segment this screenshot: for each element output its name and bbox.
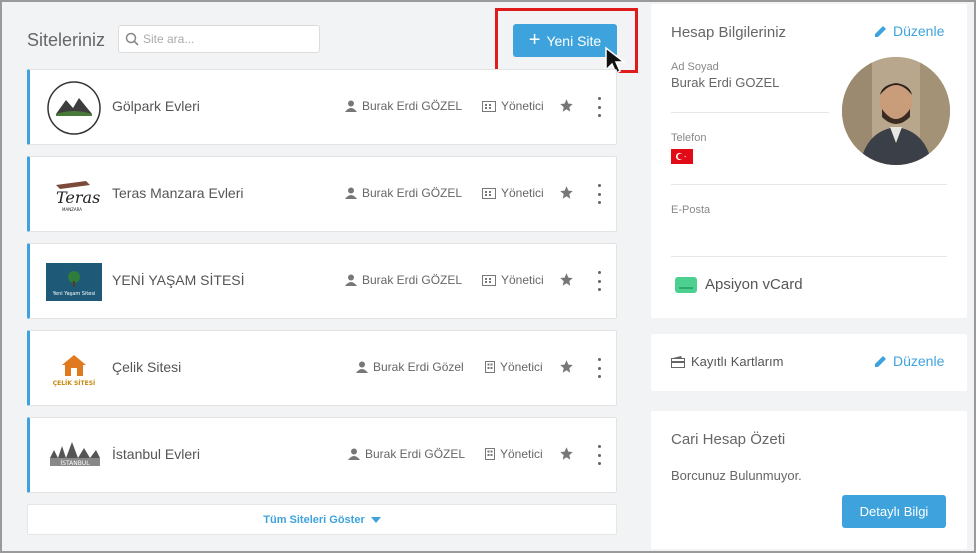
saved-cards-edit-link[interactable]: Düzenle (874, 353, 944, 369)
site-role: Yönetici (482, 99, 544, 113)
plus-icon: + (528, 28, 541, 51)
phone-label: Telefon (671, 132, 707, 144)
detail-info-button[interactable]: Detaylı Bilgi (842, 495, 946, 528)
caret-down-icon (370, 516, 381, 523)
account-edit-link[interactable]: Düzenle (874, 23, 944, 39)
site-card[interactable]: Teras MANZARA Teras Manzara Evleri Burak… (27, 156, 617, 232)
site-logo: Yeni Yaşam Sitesi (46, 254, 102, 310)
site-owner: Burak Erdi GÖZEL (345, 273, 462, 287)
star-icon[interactable] (559, 272, 574, 287)
site-card[interactable]: ÇELİK SİTESİ Çelik Sitesi Burak Erdi Göz… (27, 330, 617, 406)
name-value: Burak Erdi GOZEL (671, 75, 780, 90)
more-options-icon[interactable] (595, 184, 603, 204)
star-icon[interactable] (559, 446, 574, 461)
building-icon (485, 361, 495, 373)
user-icon (345, 100, 357, 112)
site-role: Yönetici (485, 360, 543, 374)
site-name[interactable]: Teras Manzara Evleri (112, 185, 244, 201)
site-name[interactable]: YENİ YAŞAM SİTESİ (112, 272, 245, 288)
show-all-sites-button[interactable]: Tüm Siteleri Göster (27, 504, 617, 535)
site-role: Yönetici (482, 273, 544, 287)
site-name[interactable]: Gölpark Evleri (112, 98, 200, 114)
name-label: Ad Soyad (671, 61, 719, 73)
saved-cards-card: Kayıtlı Kartlarım Düzenle (651, 334, 967, 391)
site-logo: Teras MANZARA (46, 167, 102, 223)
site-search[interactable] (118, 25, 320, 53)
account-summary-card: Cari Hesap Özeti Borcunuz Bulunmuyor. De… (651, 411, 967, 549)
site-owner: Burak Erdi GÖZEL (345, 186, 462, 200)
site-name[interactable]: İstanbul Evleri (112, 446, 200, 462)
divider (671, 112, 829, 113)
svg-text:ÇELİK SİTESİ: ÇELİK SİTESİ (53, 380, 96, 387)
more-options-icon[interactable] (595, 271, 603, 291)
more-options-icon[interactable] (595, 97, 603, 117)
divider (671, 256, 947, 257)
pencil-icon (875, 26, 886, 37)
new-site-label: Yeni Site (546, 32, 602, 49)
site-name[interactable]: Çelik Sitesi (112, 359, 181, 375)
building-icon (482, 274, 496, 286)
user-icon (356, 361, 368, 373)
svg-text:İSTANBUL: İSTANBUL (60, 460, 90, 467)
site-owner: Burak Erdi Gözel (356, 360, 464, 374)
more-options-icon[interactable] (595, 358, 603, 378)
avatar (842, 57, 950, 165)
email-label: E-Posta (671, 204, 711, 216)
user-icon (348, 448, 360, 460)
site-card[interactable]: Gölpark Evleri Burak Erdi GÖZEL Yönetici (27, 69, 617, 145)
building-icon (482, 100, 496, 112)
debt-status: Borcunuz Bulunmuyor. (671, 468, 802, 483)
user-icon (345, 187, 357, 199)
site-logo (46, 80, 102, 136)
sites-panel: Siteleriniz + Yeni Site Gölpark Evleri B… (2, 2, 638, 551)
divider (671, 184, 947, 185)
building-icon (482, 187, 496, 199)
more-options-icon[interactable] (595, 445, 603, 465)
star-icon[interactable] (559, 98, 574, 113)
svg-text:Teras: Teras (56, 188, 100, 207)
star-icon[interactable] (559, 185, 574, 200)
site-owner: Burak Erdi GÖZEL (345, 99, 462, 113)
search-icon (125, 32, 139, 46)
sites-title: Siteleriniz (27, 30, 106, 50)
site-card[interactable]: Yeni Yaşam Sitesi YENİ YAŞAM SİTESİ Bura… (27, 243, 617, 319)
credit-card-icon (671, 355, 685, 368)
card-icon (675, 276, 697, 293)
star-icon[interactable] (559, 359, 574, 374)
apsiyon-vcard-link[interactable]: Apsiyon vCard (675, 276, 803, 293)
site-logo: İSTANBUL (46, 428, 102, 484)
site-role: Yönetici (485, 447, 543, 461)
account-card: Hesap Bilgileriniz Düzenle Ad Soyad Bura… (651, 4, 967, 318)
account-summary-title: Cari Hesap Özeti (671, 431, 786, 448)
site-card[interactable]: İSTANBUL İstanbul Evleri Burak Erdi GÖZE… (27, 417, 617, 493)
svg-text:Yeni Yaşam Sitesi: Yeni Yaşam Sitesi (52, 291, 96, 297)
building-icon (485, 448, 495, 460)
pencil-icon (875, 356, 886, 367)
turkey-flag-icon (671, 149, 693, 164)
site-role: Yönetici (482, 186, 544, 200)
site-owner: Burak Erdi GÖZEL (348, 447, 465, 461)
account-title: Hesap Bilgileriniz (671, 24, 787, 41)
user-icon (345, 274, 357, 286)
site-logo: ÇELİK SİTESİ (46, 341, 102, 397)
site-search-input[interactable] (143, 32, 313, 46)
svg-text:MANZARA: MANZARA (62, 207, 82, 212)
saved-cards-title: Kayıtlı Kartlarım (671, 354, 783, 369)
